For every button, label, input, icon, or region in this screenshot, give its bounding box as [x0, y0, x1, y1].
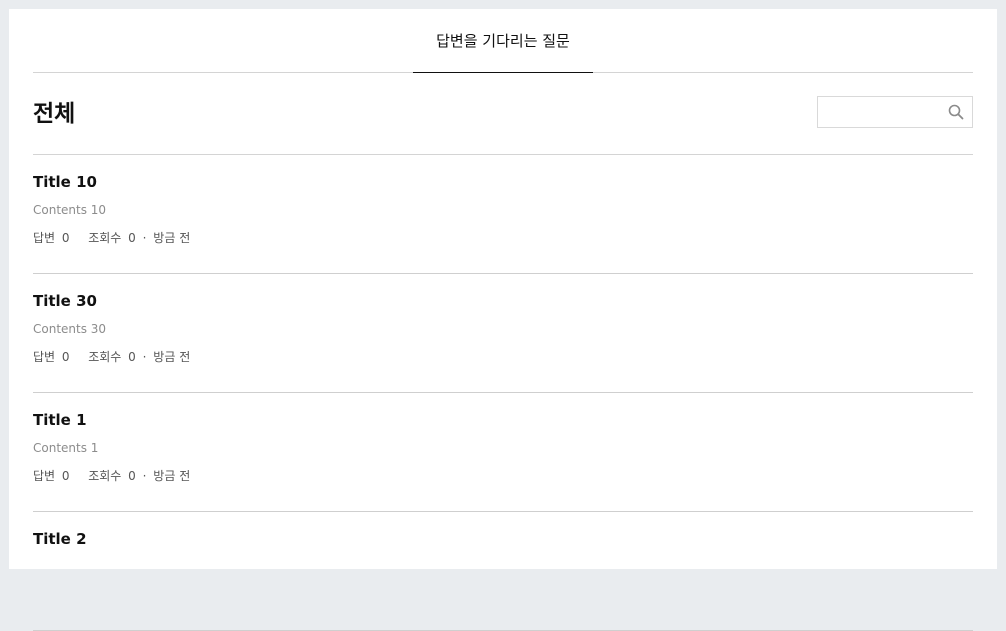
- tab-bar: 답변을 기다리는 질문: [33, 9, 973, 73]
- answers-count: 0: [61, 469, 70, 483]
- search-box: [817, 96, 973, 128]
- question-title[interactable]: Title 10: [33, 172, 97, 192]
- answers-label: 답변: [33, 231, 56, 245]
- tab-waiting-questions[interactable]: 답변을 기다리는 질문: [413, 9, 593, 73]
- question-meta: 답변 0 조회수 0 · 방금 전: [33, 468, 193, 484]
- time-ago: 방금 전: [153, 350, 191, 364]
- answers-label: 답변: [33, 350, 56, 364]
- views-label: 조회수: [88, 231, 122, 245]
- meta-separator: ·: [142, 231, 147, 245]
- question-title[interactable]: Title 2: [33, 529, 87, 549]
- search-input[interactable]: [818, 97, 946, 127]
- views-count: 0: [128, 469, 136, 483]
- question-contents: Contents 30: [33, 322, 107, 336]
- question-contents: Contents 1: [33, 441, 99, 455]
- question-item[interactable]: Title 1 Contents 1 답변 0 조회수 0 · 방금 전: [33, 393, 973, 512]
- views-label: 조회수: [88, 469, 122, 483]
- views-label: 조회수: [88, 350, 122, 364]
- views-count: 0: [128, 231, 136, 245]
- main-panel: 답변을 기다리는 질문 전체 Title 10 Contents 10 답변 0…: [9, 9, 997, 631]
- question-title[interactable]: Title 30: [33, 291, 97, 311]
- question-meta: 답변 0 조회수 0 · 방금 전: [33, 230, 193, 246]
- answers-label: 답변: [33, 469, 56, 483]
- question-title[interactable]: Title 1: [33, 410, 87, 430]
- question-item[interactable]: Title 2: [33, 512, 973, 631]
- question-item[interactable]: Title 10 Contents 10 답변 0 조회수 0 · 방금 전: [33, 155, 973, 274]
- meta-separator: ·: [142, 469, 147, 483]
- question-list: Title 10 Contents 10 답변 0 조회수 0 · 방금 전 T…: [33, 155, 973, 631]
- page-title: 전체: [33, 101, 76, 127]
- answers-count: 0: [61, 350, 70, 364]
- time-ago: 방금 전: [153, 231, 191, 245]
- search-icon[interactable]: [948, 104, 964, 120]
- meta-separator: ·: [142, 350, 147, 364]
- views-count: 0: [128, 350, 136, 364]
- question-item[interactable]: Title 30 Contents 30 답변 0 조회수 0 · 방금 전: [33, 274, 973, 393]
- question-contents: Contents 10: [33, 203, 107, 217]
- question-meta: 답변 0 조회수 0 · 방금 전: [33, 349, 193, 365]
- time-ago: 방금 전: [153, 469, 191, 483]
- heading-row: 전체: [33, 73, 973, 155]
- answers-count: 0: [61, 231, 70, 245]
